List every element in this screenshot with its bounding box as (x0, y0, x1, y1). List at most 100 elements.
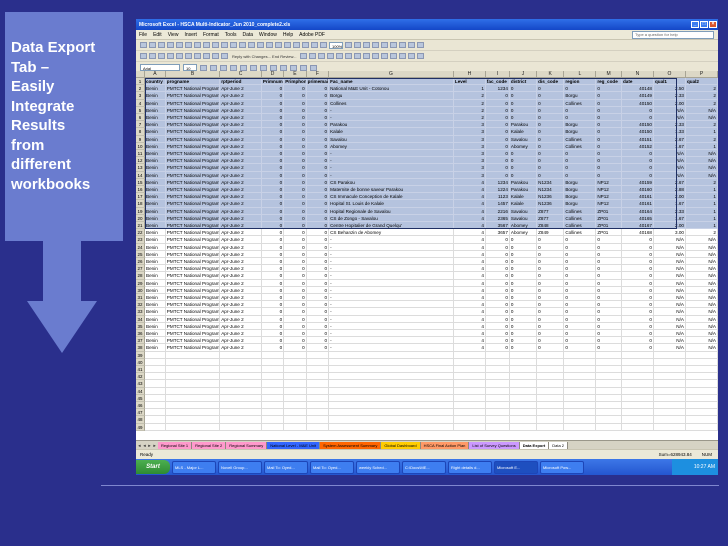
table-cell[interactable] (621, 409, 654, 417)
table-cell[interactable]: Benin (145, 114, 166, 122)
table-cell[interactable]: N/A (653, 337, 686, 345)
table-cell[interactable]: 0 (284, 322, 307, 330)
menu-item-help[interactable]: Help (283, 32, 293, 38)
table-cell[interactable]: 0 (564, 164, 597, 172)
align-center-icon[interactable] (240, 64, 247, 71)
table-cell[interactable]: Benin (145, 150, 166, 158)
table-cell[interactable] (685, 423, 718, 431)
table-cell[interactable] (329, 358, 454, 366)
table-cell[interactable] (621, 416, 654, 424)
table-cell[interactable]: N/A (653, 258, 686, 266)
table-cell[interactable]: - (329, 114, 454, 122)
table-cell[interactable]: 0 (306, 121, 330, 129)
table-cell[interactable]: 0 (284, 250, 307, 258)
table-cell[interactable]: 3657 (485, 229, 510, 237)
table-cell[interactable] (564, 373, 597, 381)
row-number[interactable]: 8 (136, 128, 145, 136)
table-cell[interactable]: reg_code (596, 78, 622, 86)
toolbar-button-icon[interactable] (293, 42, 300, 48)
percent-icon[interactable] (280, 64, 287, 71)
row-number[interactable]: 11 (136, 150, 145, 158)
table-cell[interactable] (329, 409, 454, 417)
table-cell[interactable]: 0 (306, 286, 330, 294)
table-cell[interactable] (537, 373, 565, 381)
table-cell[interactable]: PMTCT National Program (165, 250, 221, 258)
table-cell[interactable]: 0 (306, 330, 330, 338)
table-cell[interactable]: 0 (306, 243, 330, 251)
table-cell[interactable]: 0 (596, 121, 622, 129)
table-cell[interactable]: Apr-June 2 (220, 337, 262, 345)
table-cell[interactable]: PMTCT National Program (165, 121, 221, 129)
table-cell[interactable]: 2.00 (653, 99, 686, 107)
table-cell[interactable]: Abomey (509, 222, 538, 230)
table-cell[interactable]: Apr-June 2 (220, 222, 262, 230)
table-cell[interactable] (284, 394, 307, 402)
table-cell[interactable]: Borgu (564, 186, 597, 194)
table-cell[interactable]: PMTCT National Program (165, 214, 221, 222)
table-cell[interactable]: 0 (485, 258, 510, 266)
table-cell[interactable]: Collines (564, 135, 597, 143)
table-cell[interactable] (653, 380, 686, 388)
table-cell[interactable] (509, 416, 538, 424)
table-cell[interactable]: 1.67 (653, 200, 686, 208)
table-cell[interactable]: 0 (564, 279, 597, 287)
table-cell[interactable]: N/A (685, 344, 718, 352)
table-cell[interactable] (653, 402, 686, 410)
table-cell[interactable]: 0 (596, 99, 622, 107)
table-cell[interactable]: N/A (653, 279, 686, 287)
table-cell[interactable]: 1234 (485, 85, 510, 93)
table-cell[interactable]: 1 (685, 207, 718, 215)
table-cell[interactable]: ZP01 (596, 214, 622, 222)
table-cell[interactable]: 0 (596, 171, 622, 179)
table-cell[interactable]: Benin (145, 330, 166, 338)
table-cell[interactable] (564, 351, 597, 359)
table-cell[interactable]: N/A (685, 171, 718, 179)
table-cell[interactable] (261, 351, 285, 359)
review-button-icon[interactable] (381, 53, 389, 59)
table-cell[interactable]: 0 (261, 128, 285, 136)
table-cell[interactable] (306, 416, 330, 424)
table-cell[interactable]: PMTCT National Program (165, 186, 221, 194)
table-cell[interactable]: 0 (537, 128, 565, 136)
table-cell[interactable]: 0 (537, 243, 565, 251)
table-cell[interactable]: 0 (485, 272, 510, 280)
table-cell[interactable]: 0 (509, 157, 538, 165)
table-cell[interactable] (621, 373, 654, 381)
table-cell[interactable] (261, 394, 285, 402)
table-cell[interactable]: 0 (485, 286, 510, 294)
table-cell[interactable] (537, 366, 565, 374)
table-cell[interactable]: 0 (485, 250, 510, 258)
table-cell[interactable]: 0 (306, 315, 330, 323)
table-cell[interactable]: PMTCT National Program (165, 308, 221, 316)
table-cell[interactable] (453, 380, 486, 388)
table-cell[interactable]: qual2 (685, 78, 718, 86)
toolbar-button-icon[interactable] (354, 42, 362, 48)
table-cell[interactable]: 0 (284, 92, 307, 100)
table-cell[interactable]: CS Behanzin de Abomey (329, 229, 454, 237)
table-cell[interactable] (537, 358, 565, 366)
table-cell[interactable]: Apr-June 2 (220, 157, 262, 165)
table-cell[interactable]: Benin (145, 222, 166, 230)
column-header-c[interactable]: C (220, 71, 262, 78)
table-cell[interactable] (685, 358, 718, 366)
table-cell[interactable]: PMTCT National Program (165, 135, 221, 143)
table-cell[interactable]: 4 (453, 294, 486, 302)
table-cell[interactable] (509, 409, 538, 417)
table-cell[interactable]: 2.00 (653, 222, 686, 230)
table-cell[interactable]: 0 (564, 330, 597, 338)
table-cell[interactable]: Apr-June 2 (220, 106, 262, 114)
table-cell[interactable]: 0 (564, 150, 597, 158)
taskbar-item[interactable]: C:\Docs\ME... (402, 460, 446, 474)
table-cell[interactable] (453, 387, 486, 395)
table-cell[interactable]: 4 (453, 337, 486, 345)
table-cell[interactable]: - (329, 258, 454, 266)
table-cell[interactable]: 4 (453, 322, 486, 330)
table-cell[interactable]: 0 (485, 114, 510, 122)
table-cell[interactable]: Benin (145, 207, 166, 215)
review-button-icon[interactable] (140, 53, 147, 59)
table-cell[interactable]: N/A (685, 243, 718, 251)
table-cell[interactable]: 0 (261, 207, 285, 215)
table-cell[interactable]: 0 (284, 157, 307, 165)
table-cell[interactable]: 0 (261, 142, 285, 150)
table-cell[interactable]: 4 (453, 222, 486, 230)
